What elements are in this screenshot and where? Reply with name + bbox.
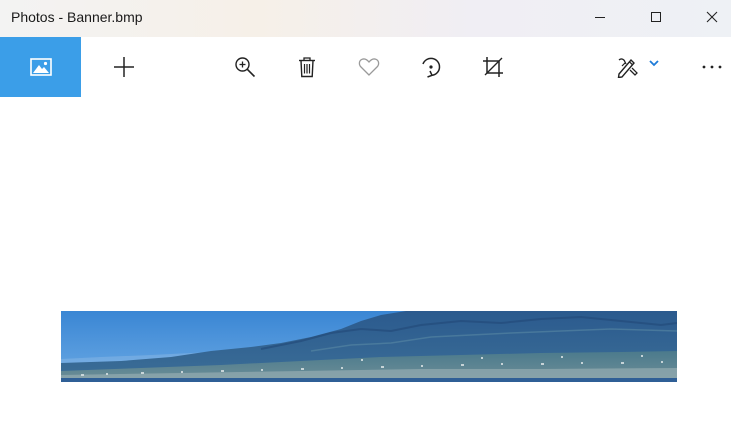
banner-image[interactable] <box>61 311 677 382</box>
zoom-button[interactable] <box>223 37 267 97</box>
photos-window: Photos - Banner.bmp <box>0 0 731 448</box>
zoom-in-icon <box>235 57 256 78</box>
landscape-image <box>61 311 677 382</box>
plus-icon <box>114 57 134 77</box>
edit-and-create-button[interactable] <box>607 37 669 97</box>
favorite-button[interactable] <box>347 37 391 97</box>
close-button[interactable] <box>689 0 731 34</box>
delete-button[interactable] <box>285 37 329 97</box>
add-to-button[interactable] <box>102 37 146 97</box>
maximize-icon <box>651 12 661 22</box>
toolbar <box>0 37 731 97</box>
close-icon <box>706 11 718 23</box>
heart-icon <box>358 58 380 76</box>
crop-button[interactable] <box>471 37 515 97</box>
ellipsis-icon <box>702 65 722 69</box>
minimize-icon <box>595 17 605 18</box>
see-all-photos-button[interactable] <box>0 37 81 97</box>
trash-icon <box>299 57 315 78</box>
rotate-button[interactable] <box>409 37 453 97</box>
edit-create-icon <box>617 58 638 78</box>
see-more-button[interactable] <box>693 37 731 97</box>
picture-icon <box>29 58 52 76</box>
title-bar: Photos - Banner.bmp <box>0 0 731 37</box>
image-viewer[interactable] <box>0 97 731 448</box>
minimize-button[interactable] <box>577 0 623 34</box>
maximize-button[interactable] <box>633 0 679 34</box>
rotate-icon <box>422 57 441 78</box>
chevron-down-icon <box>649 60 659 67</box>
crop-icon <box>483 57 503 77</box>
window-title: Photos - Banner.bmp <box>11 9 143 25</box>
